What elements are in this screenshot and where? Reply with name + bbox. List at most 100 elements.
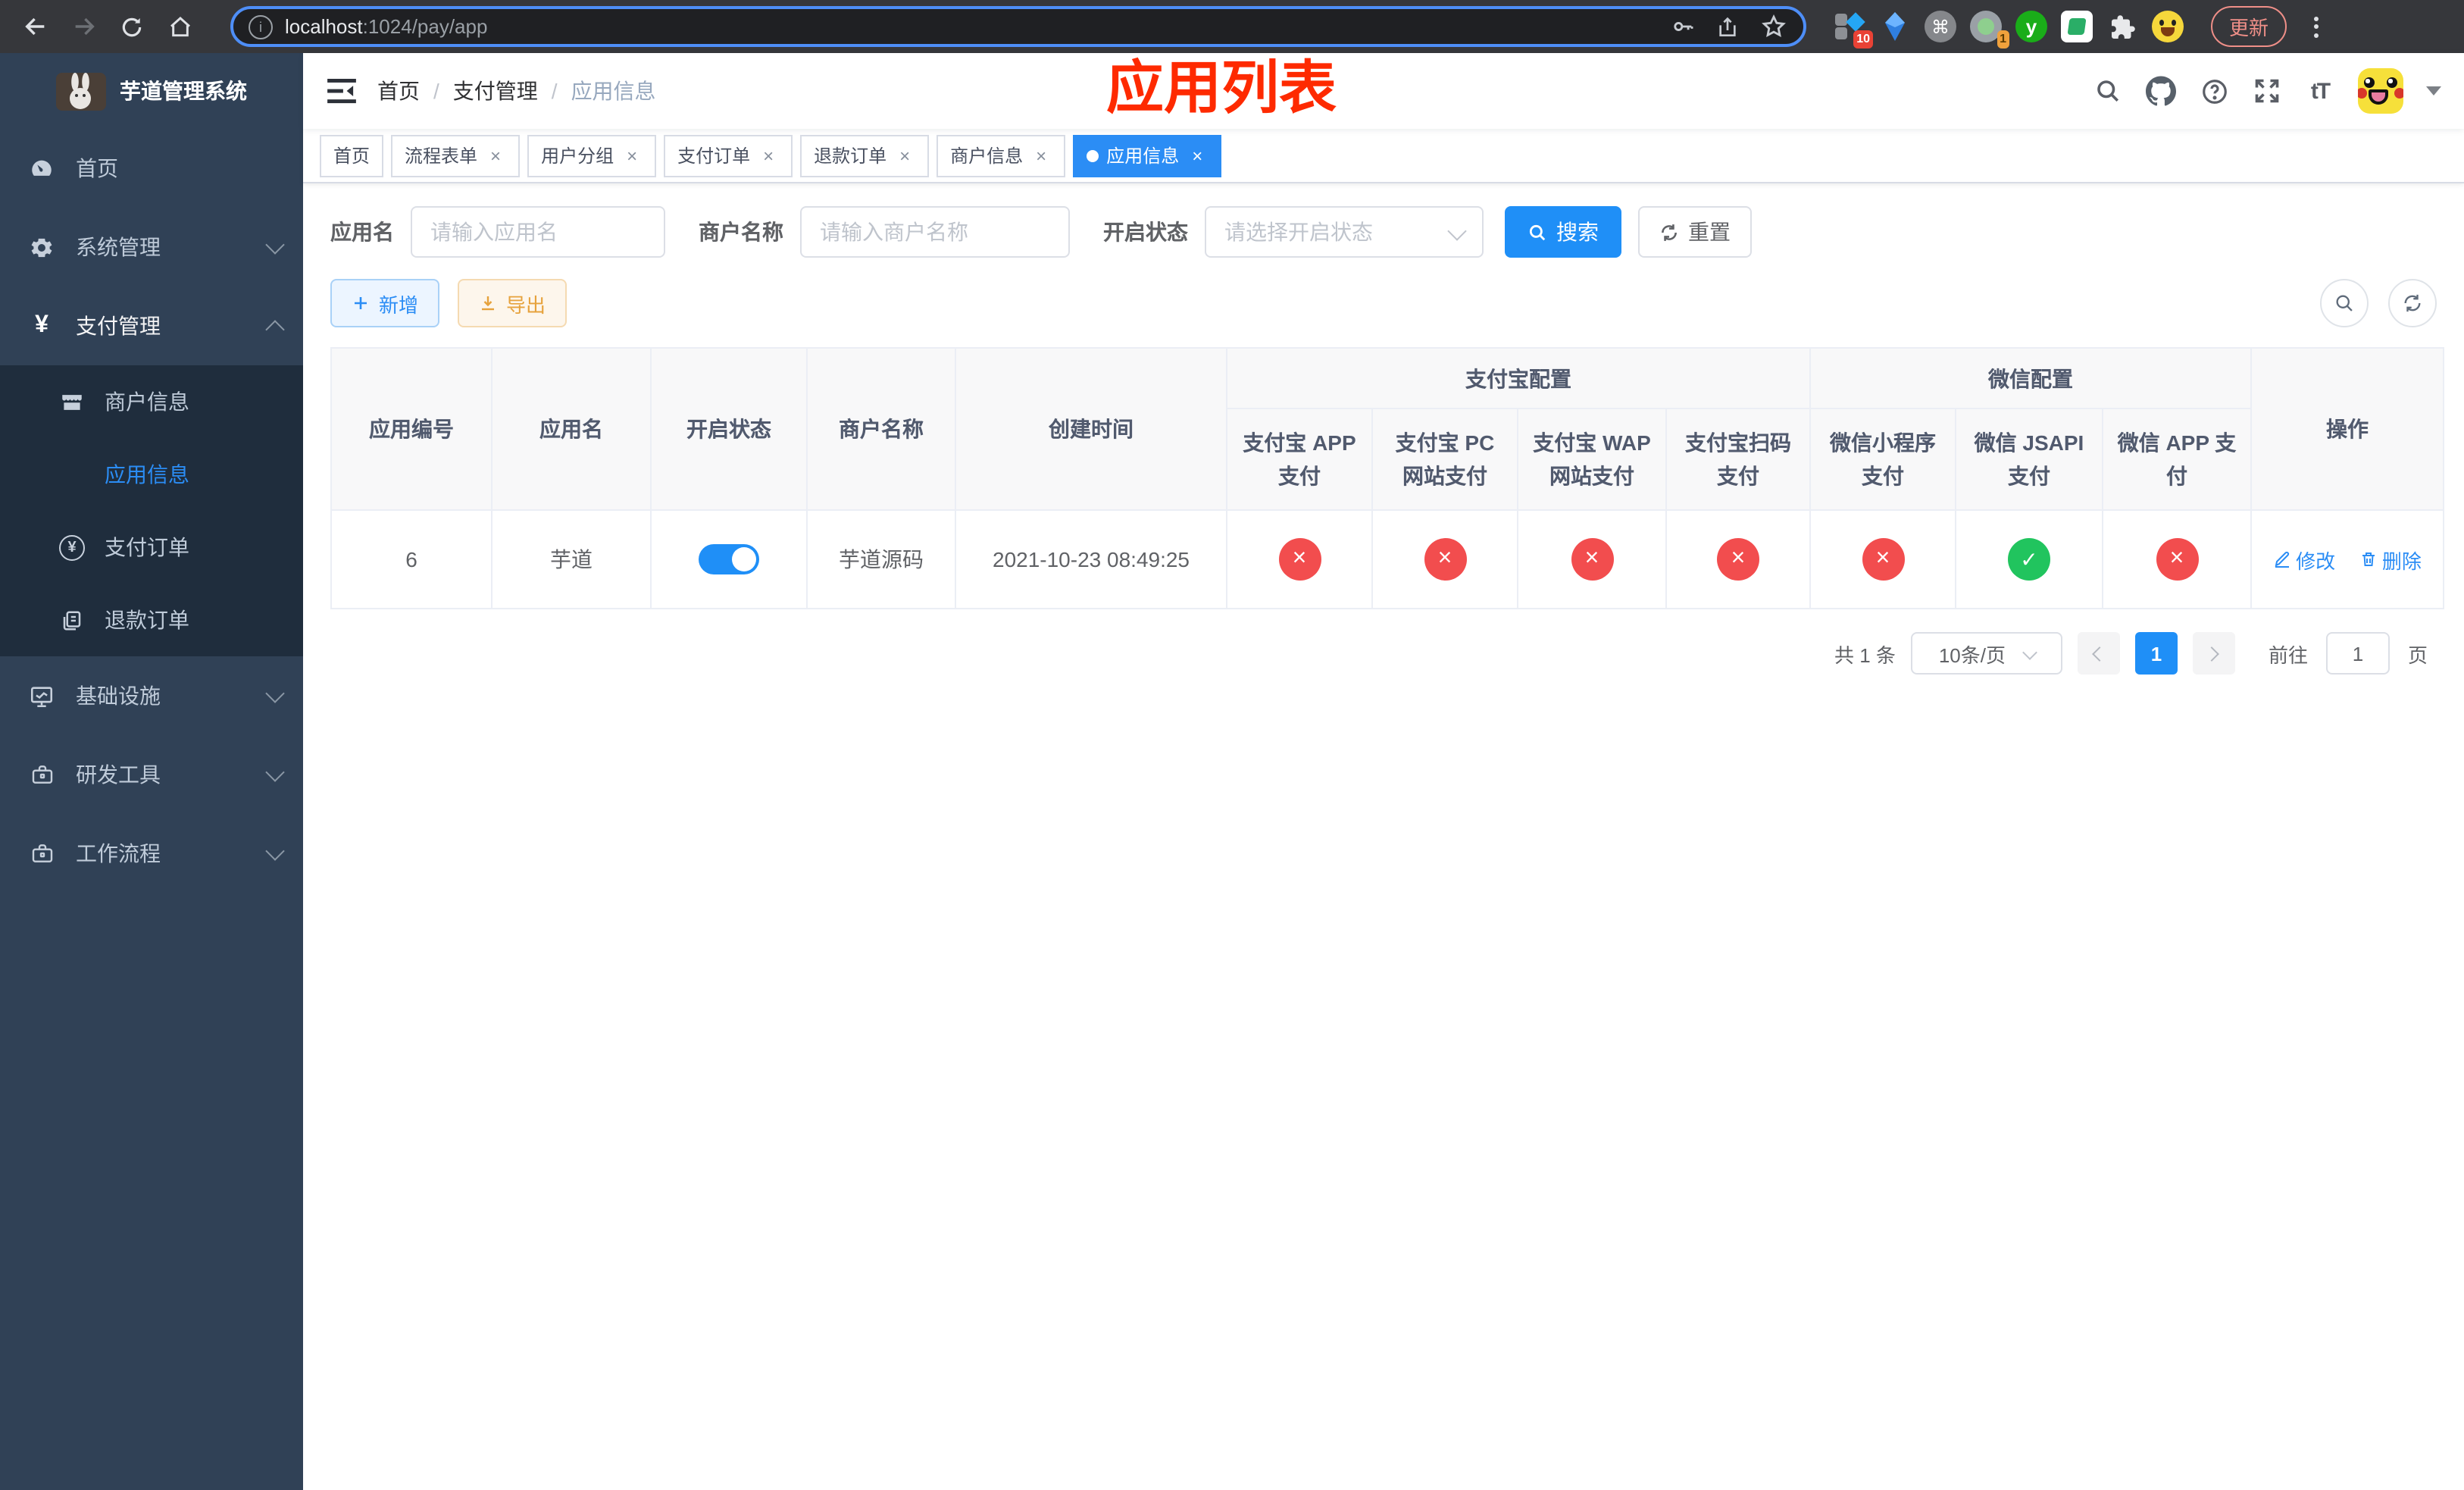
status-select[interactable]: 请选择开启状态 [1205, 206, 1484, 258]
edit-link[interactable]: 修改 [2273, 545, 2335, 574]
tab-app-info[interactable]: 应用信息 [1073, 134, 1222, 177]
sidebar-item-payment[interactable]: 支付管理 [0, 286, 303, 365]
close-icon[interactable] [1187, 145, 1208, 166]
sidebar-item-workflow[interactable]: 工作流程 [0, 814, 303, 893]
sidebar-item-system[interactable]: 系统管理 [0, 208, 303, 286]
col-ops: 操作 [2250, 347, 2444, 511]
prev-page-button[interactable] [2077, 632, 2120, 675]
extension-badge: 10 [1853, 30, 1873, 49]
tab-process-form[interactable]: 流程表单 [391, 134, 521, 177]
current-page-button[interactable]: 1 [2134, 632, 2178, 675]
merchant-name-input[interactable] [800, 206, 1070, 258]
user-avatar[interactable] [2358, 68, 2403, 114]
tab-user-group[interactable]: 用户分组 [527, 134, 657, 177]
payment-submenu: 商户信息 应用信息 支付订单 退款订单 [0, 365, 303, 656]
share-icon[interactable] [1712, 11, 1743, 42]
header-search-icon[interactable] [2093, 76, 2123, 106]
status-toggle[interactable] [699, 544, 759, 574]
close-icon[interactable] [1030, 145, 1052, 166]
filter-form: 应用名 商户名称 开启状态 请选择开启状态 搜索 [330, 206, 2437, 258]
extensions-puzzle-icon[interactable] [2106, 11, 2138, 42]
font-size-icon[interactable] [2305, 76, 2335, 106]
reload-icon[interactable] [112, 7, 152, 46]
page-size-select[interactable]: 10条/页 [1910, 632, 2062, 675]
top-navbar: 首页 / 支付管理 / 应用信息 应用列表 [303, 53, 2464, 129]
close-icon[interactable] [621, 145, 643, 166]
show-search-icon[interactable] [2320, 279, 2369, 327]
github-icon[interactable] [2146, 76, 2176, 106]
sidebar-item-refund-order[interactable]: 退款订单 [0, 584, 303, 656]
search-button[interactable]: 搜索 [1505, 206, 1621, 258]
trash-icon [2359, 550, 2378, 568]
delete-link[interactable]: 删除 [2359, 545, 2422, 574]
home-icon[interactable] [161, 7, 200, 46]
extension-lens-icon[interactable]: 1 [1970, 11, 2009, 49]
close-icon[interactable] [485, 145, 506, 166]
status-cross-icon [1424, 538, 1466, 581]
add-button[interactable]: 新增 [330, 279, 440, 327]
status-cross-icon [1862, 538, 1904, 581]
sidebar-item-app-info[interactable]: 应用信息 [0, 438, 303, 511]
password-key-icon[interactable] [1667, 11, 1697, 42]
cell-status [650, 509, 808, 609]
cell-merchant: 芋道源码 [806, 509, 956, 609]
close-icon[interactable] [894, 145, 915, 166]
briefcase-icon [29, 840, 55, 866]
fullscreen-icon[interactable] [2252, 76, 2282, 106]
breadcrumb-home[interactable]: 首页 [377, 76, 420, 106]
app-name-input[interactable] [411, 206, 665, 258]
col-alipay-pc: 支付宝 PC 网站支付 [1371, 408, 1518, 511]
extension-chat-icon[interactable] [2061, 11, 2093, 42]
pay-order-icon [59, 534, 85, 560]
url-text[interactable]: localhost:1024/pay/app [285, 15, 487, 38]
tab-pay-order[interactable]: 支付订单 [664, 134, 793, 177]
plus-icon [352, 294, 370, 312]
browser-menu-icon[interactable] [2305, 16, 2326, 37]
refresh-table-icon[interactable] [2388, 279, 2437, 327]
extension-y-icon[interactable]: y [2015, 11, 2047, 42]
cell-alipay-pc [1371, 509, 1518, 609]
sidebar-item-merchant-info[interactable]: 商户信息 [0, 365, 303, 438]
tab-merchant-info[interactable]: 商户信息 [937, 134, 1066, 177]
cell-alipay-app [1226, 509, 1373, 609]
extension-command-icon[interactable]: ⌘ [1925, 11, 1956, 42]
breadcrumb-payment[interactable]: 支付管理 [453, 76, 538, 106]
cell-app-name: 芋道 [491, 509, 652, 609]
url-bar[interactable]: i localhost:1024/pay/app [230, 6, 1806, 47]
tab-home[interactable]: 首页 [320, 134, 384, 177]
next-page-button[interactable] [2192, 632, 2235, 675]
export-button[interactable]: 导出 [458, 279, 568, 327]
site-info-icon[interactable]: i [249, 14, 273, 39]
profile-emoji-icon[interactable] [2152, 11, 2184, 42]
extension-grid-icon[interactable]: 10 [1834, 11, 1873, 49]
sidebar-item-infrastructure[interactable]: 基础设施 [0, 656, 303, 735]
bookmark-star-icon[interactable] [1758, 11, 1788, 42]
browser-chrome: i localhost:1024/pay/app 10 ⌘ 1 y 更新 [0, 0, 2464, 53]
extension-balloon-icon[interactable] [1879, 11, 1911, 42]
navbar-actions [2093, 68, 2441, 114]
sidebar-item-pay-order[interactable]: 支付订单 [0, 511, 303, 584]
chevron-down-icon [265, 840, 285, 860]
goto-page-input[interactable] [2325, 632, 2390, 675]
sidebar-collapse-icon[interactable] [326, 76, 356, 106]
cell-alipay-wap [1517, 509, 1667, 609]
goto-label: 前往 [2268, 643, 2308, 666]
extension-badge: 1 [1997, 30, 2009, 49]
sidebar-item-home[interactable]: 首页 [0, 129, 303, 208]
breadcrumb: 首页 / 支付管理 / 应用信息 [377, 76, 656, 106]
app-title: 芋道管理系统 [120, 79, 247, 103]
chevron-up-icon [265, 319, 285, 339]
help-icon[interactable] [2199, 76, 2229, 106]
back-icon[interactable] [15, 7, 55, 46]
cell-wechat-lite [1809, 509, 1956, 609]
tab-refund-order[interactable]: 退款订单 [800, 134, 930, 177]
close-icon[interactable] [758, 145, 779, 166]
sidebar-item-dev-tools[interactable]: 研发工具 [0, 735, 303, 814]
col-status: 开启状态 [650, 347, 808, 511]
col-wechat-jsapi: 微信 JSAPI 支付 [1955, 408, 2103, 511]
col-alipay-qr: 支付宝扫码支付 [1665, 408, 1811, 511]
sidebar-logo[interactable]: 芋道管理系统 [0, 53, 303, 129]
avatar-dropdown-caret[interactable] [2426, 86, 2441, 95]
browser-update-button[interactable]: 更新 [2211, 6, 2287, 47]
reset-button[interactable]: 重置 [1638, 206, 1752, 258]
